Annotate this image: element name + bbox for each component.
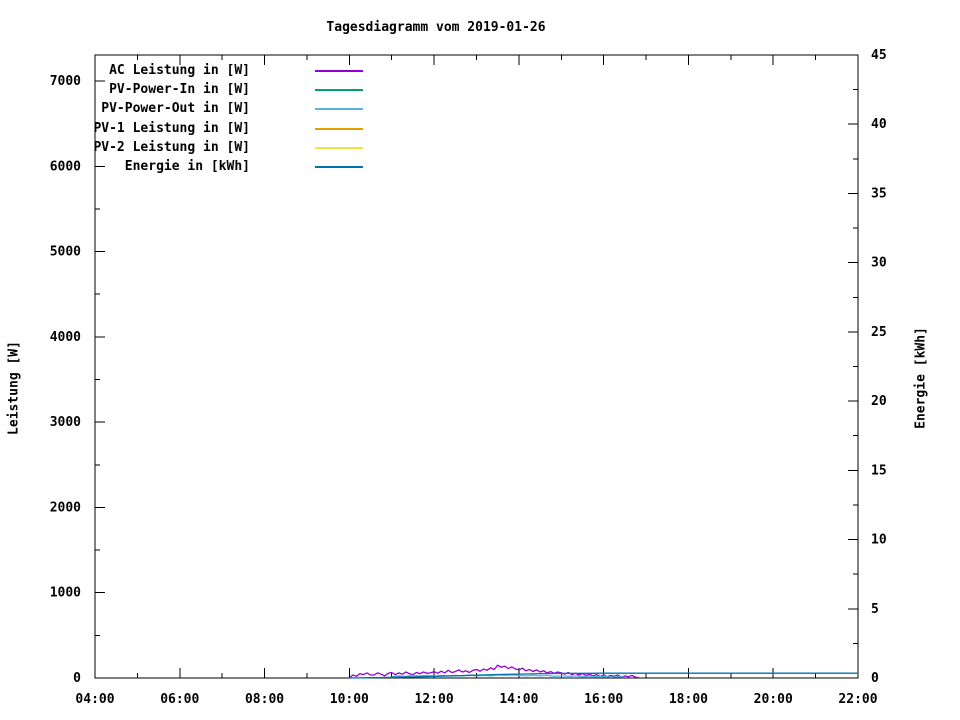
legend-line-icon: [315, 166, 363, 168]
legend-label-0: AC Leistung in [W]: [109, 63, 250, 78]
y2-tick-label: 35: [871, 186, 887, 201]
legend-label-1: PV-Power-In in [W]: [109, 82, 250, 98]
legend-line-icon: [315, 127, 363, 130]
legend-label-5: Energie in [kWh]: [124, 159, 250, 174]
legend-line-icon: [315, 146, 363, 149]
x-tick-label: 04:00: [75, 692, 114, 707]
x-tick-label: 10:00: [330, 692, 369, 707]
y2-tick-label: 5: [871, 602, 879, 617]
y2-tick-label: 45: [871, 48, 887, 63]
x-tick-label: 16:00: [584, 692, 623, 707]
y2-tick-label: 15: [871, 463, 887, 478]
y-tick-label: 2000: [50, 500, 81, 515]
chart-title: Tagesdiagramm vom 2019-01-26: [326, 20, 546, 35]
y-tick-label: 0: [73, 671, 81, 686]
x-tick-label: 08:00: [245, 692, 284, 707]
x-tick-label: 20:00: [754, 692, 793, 707]
y-tick-label: 5000: [50, 245, 81, 260]
y2-tick-label: 0: [871, 671, 879, 686]
legend-line-icon: [315, 70, 363, 72]
legend-label-4: PV-2 Leistung in [W]: [93, 139, 250, 155]
x-tick-label: 12:00: [415, 692, 454, 707]
legend-label-2: PV-Power-Out in [W]: [101, 101, 250, 117]
x-tick-label: 18:00: [669, 692, 708, 707]
y2-tick-label: 20: [871, 394, 887, 409]
x-tick-label: 06:00: [160, 692, 199, 707]
legend-line-icon: [315, 108, 363, 111]
legend-label-3: PV-1 Leistung in [W]: [93, 120, 250, 136]
x-tick-label: 14:00: [499, 692, 538, 707]
y-tick-label: 3000: [50, 415, 81, 430]
y2-tick-label: 10: [871, 533, 887, 548]
y2-tick-label: 40: [871, 117, 887, 132]
y-tick-label: 1000: [50, 586, 81, 601]
y-axis-label-leistung: Leistung [W]: [6, 341, 22, 435]
y2-tick-label: 30: [871, 256, 887, 271]
legend-line-icon: [315, 89, 363, 92]
x-tick-label: 22:00: [838, 692, 877, 707]
y2-axis-label-energie: Energie [kWh]: [913, 327, 929, 429]
daily-diagram-chart: 04:00 06:00 08:00 10:00 12:00 14:00 16:00 18:00…: [0, 0, 960, 720]
y2-tick-label: 25: [871, 325, 887, 340]
y-tick-label: 4000: [50, 330, 81, 345]
